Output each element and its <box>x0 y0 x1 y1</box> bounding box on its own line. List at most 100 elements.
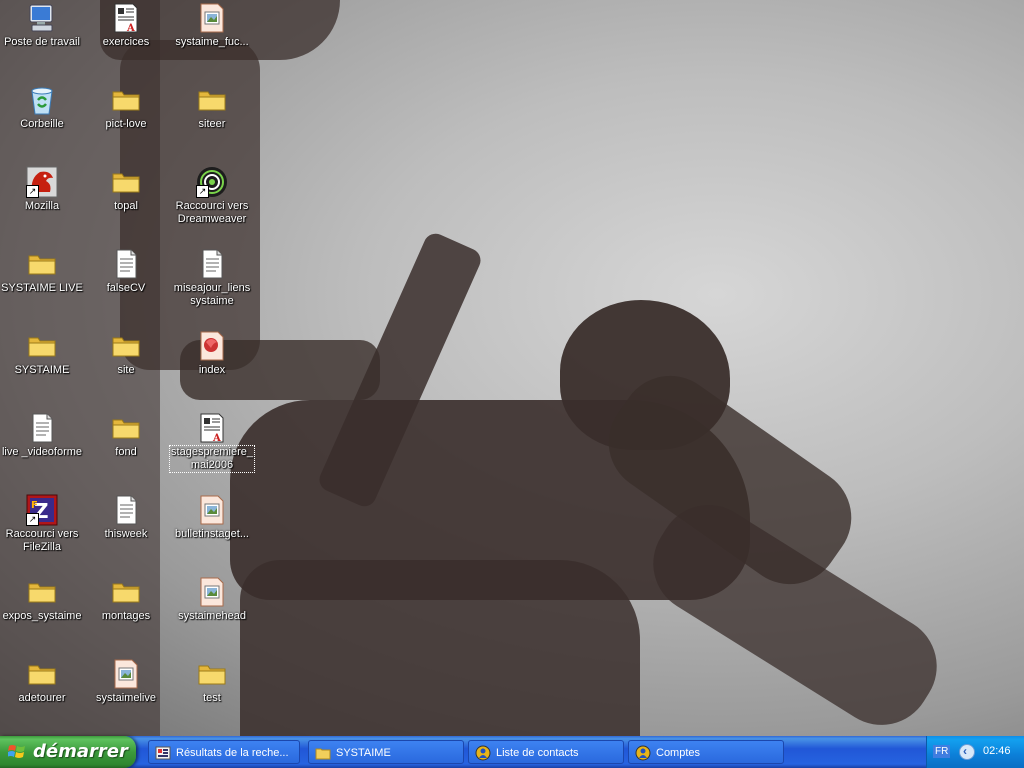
system-tray: FR ‹ 02:46 <box>926 736 1024 768</box>
desktop-icon[interactable]: live _videoforme <box>0 410 84 490</box>
desktop-icon-label: bulletinstaget... <box>175 528 249 540</box>
desktop-icon-label: test <box>203 692 221 704</box>
desktop-icon[interactable]: systaime_fuc... <box>170 0 254 80</box>
task-button-contact-list[interactable]: Liste de contacts <box>468 740 624 764</box>
folder-icon <box>196 658 228 690</box>
desktop-icon-label: systaimehead <box>178 610 246 622</box>
desktop-icon-label: fond <box>115 446 137 458</box>
html-file-icon <box>196 330 228 362</box>
desktop-icon-label: systaimelive <box>96 692 156 704</box>
desktop-icon-label: siteer <box>198 118 226 130</box>
desktop-icon[interactable]: SYSTAIME <box>0 328 84 408</box>
desktop-icon-label: systaime_fuc... <box>175 36 249 48</box>
desktop-icon[interactable]: Corbeille <box>0 82 84 162</box>
text-file-icon <box>110 248 142 280</box>
image-file-icon <box>196 2 228 34</box>
desktop-icon-label: thisweek <box>104 528 148 540</box>
text-file-icon <box>26 412 58 444</box>
folder-icon <box>196 84 228 116</box>
desktop-icon[interactable]: index <box>170 328 254 408</box>
filezilla-icon: Z F ↗ <box>26 494 58 526</box>
desktop-icon-label: SYSTAIME <box>14 364 70 376</box>
svg-text:A: A <box>212 433 221 444</box>
desktop-icon-label: exercices <box>102 36 150 48</box>
desktop-icon[interactable]: site <box>84 328 168 408</box>
desktop-icon[interactable]: Astagespremiere_ mai2006 <box>169 410 255 490</box>
desktop-icon-label: pict-love <box>105 118 147 130</box>
windows-logo-icon <box>8 745 25 758</box>
desktop-icon[interactable]: systaimehead <box>170 574 254 654</box>
desktop-icon[interactable]: fond <box>84 410 168 490</box>
folder-icon <box>110 412 142 444</box>
text-file-icon <box>110 494 142 526</box>
dreamweaver-icon: ↗ <box>196 166 228 198</box>
desktop-icon-label: index <box>198 364 226 376</box>
taskbar: démarrer Résultats de la reche... SYSTAI… <box>0 736 1024 768</box>
desktop-icon[interactable]: bulletinstaget... <box>170 492 254 572</box>
desktop-icon-label: Corbeille <box>20 118 64 130</box>
desktop-icon-label: SYSTAIME LIVE <box>1 282 83 294</box>
desktop-icon[interactable]: siteer <box>170 82 254 162</box>
desktop-icon[interactable]: systaimelive <box>84 656 168 736</box>
document-icon: A <box>110 2 142 34</box>
task-label: Liste de contacts <box>496 747 579 759</box>
desktop-icon-label: montages <box>101 610 151 622</box>
desktop-icon[interactable]: ↗ Raccourci vers Dreamweaver <box>170 164 254 244</box>
messenger-icon <box>635 745 651 761</box>
image-file-icon <box>196 494 228 526</box>
desktop-icon-label: Mozilla <box>24 200 60 212</box>
desktop-icon[interactable]: expos_systaime <box>0 574 84 654</box>
folder-icon <box>110 166 142 198</box>
desktop-icon[interactable]: falseCV <box>84 246 168 326</box>
desktop-icon[interactable]: ↗ Mozilla <box>0 164 84 244</box>
shortcut-arrow-icon: ↗ <box>196 185 209 198</box>
clock[interactable]: 02:46 <box>983 745 1011 757</box>
folder-icon <box>26 330 58 362</box>
mozilla-icon: ↗ <box>26 166 58 198</box>
task-label: Résultats de la reche... <box>176 747 289 759</box>
desktop-icon[interactable]: pict-love <box>84 82 168 162</box>
image-file-icon <box>110 658 142 690</box>
desktop-icon-label: Raccourci vers FileZilla <box>5 528 79 553</box>
desktop-icon[interactable]: Poste de travail <box>0 0 84 80</box>
folder-icon <box>26 248 58 280</box>
start-button[interactable]: démarrer <box>0 736 136 768</box>
desktop-icon[interactable]: montages <box>84 574 168 654</box>
desktop-icon[interactable]: Aexercices <box>84 0 168 80</box>
task-button-search-results[interactable]: Résultats de la reche... <box>148 740 300 764</box>
shortcut-arrow-icon: ↗ <box>26 185 39 198</box>
desktop-icon-label: site <box>117 364 135 376</box>
search-results-icon <box>155 746 171 760</box>
svg-text:A: A <box>126 23 135 34</box>
language-indicator[interactable]: FR <box>933 745 951 758</box>
desktop-icon-label: expos_systaime <box>2 610 82 622</box>
desktop-icon-label: stagespremiere_ mai2006 <box>169 445 255 473</box>
task-label: Comptes <box>656 747 701 759</box>
desktop[interactable]: Poste de travail Aexercices systaime_fuc..… <box>0 0 1024 736</box>
desktop-icons: Poste de travail Aexercices systaime_fuc..… <box>0 0 260 736</box>
desktop-icon-label: adetourer <box>18 692 66 704</box>
desktop-icon[interactable]: miseajour_liens systaime <box>170 246 254 326</box>
folder-icon <box>110 330 142 362</box>
desktop-icon[interactable]: topal <box>84 164 168 244</box>
svg-text:F: F <box>31 500 38 511</box>
folder-icon <box>110 576 142 608</box>
desktop-icon[interactable]: thisweek <box>84 492 168 572</box>
task-button-systaime[interactable]: SYSTAIME <box>308 740 464 764</box>
folder-icon <box>26 576 58 608</box>
text-file-icon <box>196 248 228 280</box>
desktop-icon-label: topal <box>114 200 138 212</box>
desktop-icon[interactable]: adetourer <box>0 656 84 736</box>
desktop-icon[interactable]: SYSTAIME LIVE <box>0 246 84 326</box>
folder-icon <box>315 748 331 760</box>
desktop-icon-label: falseCV <box>106 282 146 294</box>
recycle-bin-icon <box>26 84 58 116</box>
folder-icon <box>26 658 58 690</box>
desktop-icon-label: Raccourci vers Dreamweaver <box>175 200 249 225</box>
task-label: SYSTAIME <box>336 747 391 759</box>
desktop-icon[interactable]: test <box>170 656 254 736</box>
desktop-icon[interactable]: Z F ↗ Raccourci vers FileZilla <box>0 492 84 572</box>
task-button-accounts[interactable]: Comptes <box>628 740 784 764</box>
tray-expand-button[interactable]: ‹ <box>959 744 975 760</box>
desktop-icon-label: live _videoforme <box>1 446 83 458</box>
